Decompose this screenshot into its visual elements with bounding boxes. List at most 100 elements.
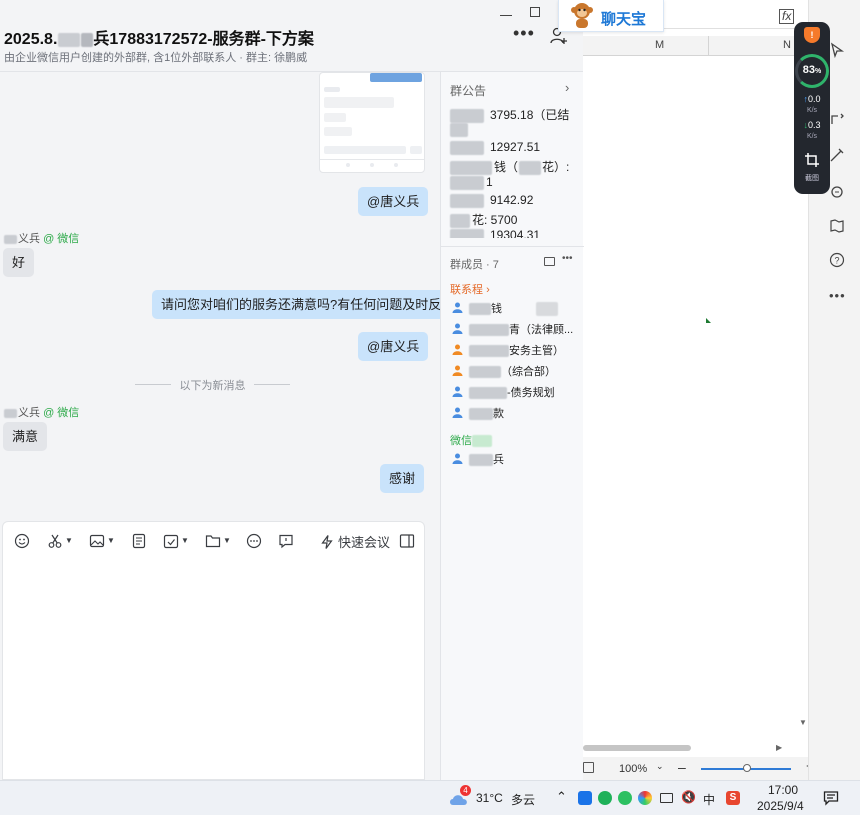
member-item[interactable]: 兵 xyxy=(452,452,504,468)
chat-more-button[interactable]: ••• xyxy=(513,23,535,44)
document-icon xyxy=(132,533,146,548)
message-bubble[interactable]: @唐义兵 xyxy=(358,332,429,361)
member-item[interactable]: 青（法律顾... xyxy=(452,322,573,338)
scissors-icon xyxy=(48,534,62,548)
temperature: 31°C xyxy=(476,791,503,805)
user-icon xyxy=(452,407,463,418)
user-icon xyxy=(452,453,463,464)
message-bubble[interactable]: @唐义兵 xyxy=(358,187,429,216)
more-tools-icon[interactable]: ••• xyxy=(829,288,845,304)
chevron-down-icon: ▼ xyxy=(223,536,231,546)
wps-tray-icon[interactable]: S xyxy=(726,791,740,805)
plugin-label: 聊天宝 xyxy=(601,11,647,28)
group-info-panel: 群公告 › 3795.18（已结 12927.51 钱（ 花）: 1 9142.9… xyxy=(440,72,584,780)
group-notice[interactable]: 3795.18（已结 12927.51 钱（ 花）: 1 9142.92 花: 5… xyxy=(441,102,584,238)
monkey-mascot-icon xyxy=(571,3,593,28)
wechat-group-label: 微信 xyxy=(450,432,492,448)
message-bubble[interactable]: 请问您对咱们的服务还满意吗?有任何问题及时反馈 xyxy=(152,290,440,319)
user-icon xyxy=(452,344,463,355)
member-item[interactable]: 款 xyxy=(452,406,504,422)
screenshot-button[interactable]: 截图 xyxy=(794,152,830,183)
ai-icon[interactable] xyxy=(829,184,845,200)
more-circle-icon xyxy=(246,533,262,548)
mail-icon[interactable] xyxy=(544,257,555,266)
weather-text: 多云 xyxy=(511,793,536,807)
document-button[interactable] xyxy=(131,532,147,550)
user-icon xyxy=(452,302,463,313)
memory-gauge[interactable]: 83% xyxy=(795,54,829,88)
security-shield-icon[interactable]: ! xyxy=(804,27,820,43)
more-button[interactable] xyxy=(246,532,262,550)
screen: fx M N ▶ 100% ⌄ – + ⤢ ▼ xyxy=(0,0,860,815)
weather-widget[interactable]: 4 31°C 多云 xyxy=(446,781,546,815)
role-group-label[interactable]: 联系程 › xyxy=(450,281,490,297)
schedule-button[interactable]: ▼ xyxy=(163,532,189,550)
chevron-right-icon: › xyxy=(486,284,490,296)
message-bubble[interactable]: 满意 xyxy=(3,422,48,451)
help-icon[interactable]: ? xyxy=(829,252,845,268)
toggle-sidebar-button[interactable] xyxy=(399,532,415,550)
member-item[interactable]: （综合部） xyxy=(452,364,556,380)
message-bubble[interactable]: 好 xyxy=(3,248,35,277)
user-icon xyxy=(452,386,463,397)
member-item[interactable]: 钱 xyxy=(452,301,558,317)
member-item[interactable]: 安务主管） xyxy=(452,343,564,359)
page-layout-icon[interactable] xyxy=(583,762,594,773)
fx-icon[interactable]: fx xyxy=(779,9,795,24)
wechat-tray-icon[interactable] xyxy=(618,791,632,805)
ime-indicator[interactable]: 中 xyxy=(703,791,715,808)
chat-header: 2025.8. 兵17883172572-服务群-下方案 由企业微信用户创建的外部… xyxy=(0,0,583,72)
minimize-button[interactable] xyxy=(500,10,512,16)
system-monitor-widget[interactable]: ! 83% ↑0.0 K/s ↓0.3 K/s 截图 xyxy=(794,22,830,194)
share-icon[interactable] xyxy=(829,112,845,128)
chevron-down-icon: ▼ xyxy=(107,536,115,546)
cell-marker xyxy=(706,318,711,323)
notice-title[interactable]: 群公告 xyxy=(450,82,486,99)
memory-percent: 83 xyxy=(802,64,815,76)
chat-subtitle: 由企业微信用户创建的外部群, 含1位外部联系人 · 群主: 徐鹏威 xyxy=(4,52,308,64)
user-icon xyxy=(452,323,463,334)
file-button[interactable]: ▼ xyxy=(205,532,231,550)
chevron-right-icon[interactable]: › xyxy=(565,80,569,95)
clock-time[interactable]: 17:00 xyxy=(768,783,798,797)
quick-meeting-button[interactable]: 快速会议 xyxy=(319,532,390,550)
image-message[interactable] xyxy=(319,72,425,173)
emoji-button[interactable] xyxy=(14,532,30,550)
image-button[interactable]: ▼ xyxy=(89,532,115,550)
magic-icon[interactable] xyxy=(829,147,845,163)
horizontal-scrollbar[interactable]: ▶ xyxy=(583,743,793,753)
screenshot-tool-button[interactable]: ▼ xyxy=(47,532,73,550)
zoom-level[interactable]: 100% xyxy=(619,763,647,775)
maximize-button[interactable] xyxy=(530,7,540,17)
col-m-header[interactable]: M xyxy=(655,39,664,51)
app-tray-icon[interactable] xyxy=(578,791,592,805)
more-icon[interactable]: ••• xyxy=(562,253,573,264)
color-app-tray-icon[interactable] xyxy=(638,791,652,805)
network-tray-icon[interactable] xyxy=(660,793,673,803)
sidebar-icon xyxy=(399,533,415,548)
volume-muted-icon[interactable]: 🔇 xyxy=(681,790,696,804)
chat-window: 2025.8. 兵17883172572-服务群-下方案 由企业微信用户创建的外部… xyxy=(0,0,584,780)
message-bubble[interactable]: 感谢 xyxy=(380,464,425,493)
chat-assistant-plugin[interactable]: 聊天宝 xyxy=(558,0,664,32)
zoom-out-button[interactable]: – xyxy=(678,759,686,775)
message-composer[interactable]: ▼ ▼ ▼ ▼ 快速会议 xyxy=(2,521,425,780)
new-message-divider: 以下为新消息 xyxy=(135,377,290,392)
lightning-icon xyxy=(321,534,333,549)
member-item[interactable]: -债务规划 xyxy=(452,385,555,401)
message-list[interactable]: @唐义兵 义兵 @ 微信 好 请问您对咱们的服务还满意吗?有任何问题及时反馈 @… xyxy=(0,72,440,522)
notification-icon[interactable] xyxy=(823,790,839,806)
chat-record-button[interactable] xyxy=(278,532,294,550)
col-n-header[interactable]: N xyxy=(783,39,791,51)
select-icon[interactable] xyxy=(829,42,845,58)
zoom-slider[interactable] xyxy=(701,764,791,772)
svg-text:?: ? xyxy=(834,256,839,266)
chat-title: 2025.8. 兵17883172572-服务群-下方案 xyxy=(4,31,314,48)
clock-date[interactable]: 2025/9/4 xyxy=(757,799,804,813)
chevron-up-icon[interactable]: ⌃ xyxy=(556,789,567,805)
folder-icon xyxy=(205,534,221,547)
smile-icon xyxy=(14,533,30,548)
map-icon[interactable] xyxy=(829,218,845,234)
zoom-dropdown-icon[interactable]: ⌄ xyxy=(656,761,664,772)
wechat-tray-icon[interactable] xyxy=(598,791,612,805)
